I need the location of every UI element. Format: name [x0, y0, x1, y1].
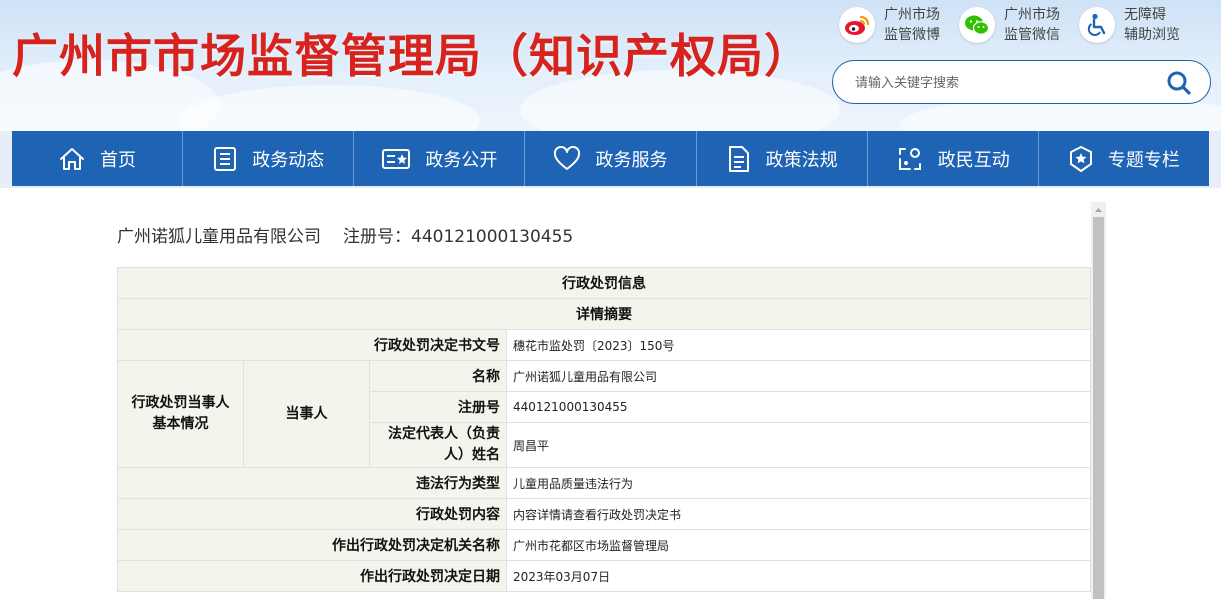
table-row: 作出行政处罚决定机关名称 广州市花都区市场监督管理局: [117, 529, 1091, 561]
party-category-line2: 基本情况: [152, 416, 209, 432]
bulletin-icon: [382, 148, 411, 169]
authority-value: 广州市花都区市场监督管理局: [506, 529, 1091, 561]
nav-item-interaction[interactable]: 政民互动: [868, 131, 1039, 186]
search-input[interactable]: [853, 72, 1147, 94]
nav-label-news: 政务动态: [252, 149, 325, 171]
table-row: 违法行为类型 儿童用品质量违法行为: [117, 467, 1091, 499]
nav-label-open-gov: 政务公开: [425, 149, 498, 171]
accessibility-link[interactable]: 无障碍 辅助浏览: [1079, 5, 1180, 45]
chevron-up-icon: [1095, 208, 1102, 212]
name-value: 广州诺狐儿童用品有限公司: [506, 360, 1091, 392]
nav-item-policy[interactable]: 政策法规: [697, 131, 868, 186]
scroll-up-button[interactable]: [1091, 202, 1106, 216]
accessibility-line1: 无障碍: [1124, 7, 1166, 23]
search-icon: [1167, 71, 1191, 95]
nav-label-interaction: 政民互动: [937, 149, 1010, 171]
nav-label-services: 政务服务: [595, 149, 668, 171]
search-button[interactable]: [1166, 70, 1192, 96]
weibo-link[interactable]: 广州市场 监管微博: [839, 5, 940, 45]
site-title[interactable]: 广州市市场监督管理局（知识产权局）: [12, 20, 811, 86]
main-nav: 首页 政务动态 政务公开 政务服务 政策法规 政民互动 专题专栏: [0, 131, 1221, 188]
legal-rep-value: 周昌平: [506, 422, 1091, 468]
record-heading: 广州诺狐儿童用品有限公司 注册号：440121000130455: [117, 222, 573, 247]
site-header: 广州市市场监督管理局（知识产权局） 广州市场 监管微博 广州市场 监管微信 无障…: [0, 0, 1221, 131]
weibo-line2: 监管微博: [884, 27, 940, 43]
party-label: 当事人: [243, 360, 370, 468]
reg-no-value: 440121000130455: [506, 391, 1091, 423]
heart-icon: [554, 145, 581, 170]
wechat-link[interactable]: 广州市场 监管微信: [959, 5, 1060, 45]
wechat-line2: 监管微信: [1004, 27, 1060, 43]
star-badge-icon: [1069, 145, 1092, 172]
nav-label-policy: 政策法规: [765, 149, 838, 171]
company-name: 广州诺狐儿童用品有限公司: [117, 227, 321, 247]
legal-rep-label-line1: 法定代表人（负责: [388, 426, 500, 442]
wechat-icon: [959, 7, 995, 43]
table-row: 行政处罚决定书文号 穗花市监处罚〔2023〕150号: [117, 329, 1091, 361]
nav-item-open-gov[interactable]: 政务公开: [354, 131, 526, 186]
table-title: 行政处罚信息: [117, 267, 1091, 299]
name-label: 名称: [369, 360, 507, 392]
file-icon: [728, 145, 749, 172]
accessibility-icon: [1079, 7, 1115, 43]
party-category-line1: 行政处罚当事人: [131, 395, 230, 411]
doc-no-label: 行政处罚决定书文号: [117, 329, 507, 361]
accessibility-line2: 辅助浏览: [1124, 27, 1180, 43]
table-row: 详情摘要: [117, 298, 1091, 330]
weibo-line1: 广州市场: [884, 7, 940, 23]
table-row: 作出行政处罚决定日期 2023年03月07日: [117, 560, 1091, 592]
authority-label: 作出行政处罚决定机关名称: [117, 529, 507, 561]
nav-item-topics[interactable]: 专题专栏: [1039, 131, 1209, 186]
document-list-icon: [214, 146, 237, 171]
penalty-info-table: 行政处罚信息 详情摘要 行政处罚决定书文号 穗花市监处罚〔2023〕150号 行…: [117, 267, 1091, 592]
reg-label: 注册号：: [343, 227, 411, 247]
legal-rep-label: 法定代表人（负责人）姓名: [369, 422, 507, 468]
nav-label-home: 首页: [100, 149, 137, 171]
doc-no-value: 穗花市监处罚〔2023〕150号: [506, 329, 1091, 361]
table-row: 行政处罚信息: [117, 267, 1091, 299]
violation-type-value: 儿童用品质量违法行为: [506, 467, 1091, 499]
nav-item-home[interactable]: 首页: [12, 131, 184, 186]
legal-rep-label-line2: 人）姓名: [444, 447, 500, 463]
reg-no-label: 注册号: [369, 391, 507, 423]
decision-date-value: 2023年03月07日: [506, 560, 1091, 592]
reg-number: 440121000130455: [411, 227, 574, 247]
weibo-icon: [839, 7, 875, 43]
nav-item-services[interactable]: 政务服务: [525, 131, 697, 186]
decision-date-label: 作出行政处罚决定日期: [117, 560, 507, 592]
interaction-icon: [898, 147, 921, 170]
table-subtitle: 详情摘要: [117, 298, 1091, 330]
party-category: 行政处罚当事人 基本情况: [117, 360, 244, 468]
penalty-content-value: 内容详情请查看行政处罚决定书: [506, 498, 1091, 530]
search-box: [832, 60, 1211, 104]
table-row: 行政处罚内容 内容详情请查看行政处罚决定书: [117, 498, 1091, 530]
penalty-content-label: 行政处罚内容: [117, 498, 507, 530]
table-row: 行政处罚当事人 基本情况 当事人 名称 广州诺狐儿童用品有限公司: [117, 360, 1091, 468]
violation-type-label: 违法行为类型: [117, 467, 507, 499]
nav-item-news[interactable]: 政务动态: [183, 131, 355, 186]
home-icon: [60, 147, 85, 170]
wechat-line1: 广州市场: [1004, 7, 1060, 23]
nav-label-topics: 专题专栏: [1107, 149, 1180, 171]
scrollbar-thumb[interactable]: [1093, 217, 1104, 599]
